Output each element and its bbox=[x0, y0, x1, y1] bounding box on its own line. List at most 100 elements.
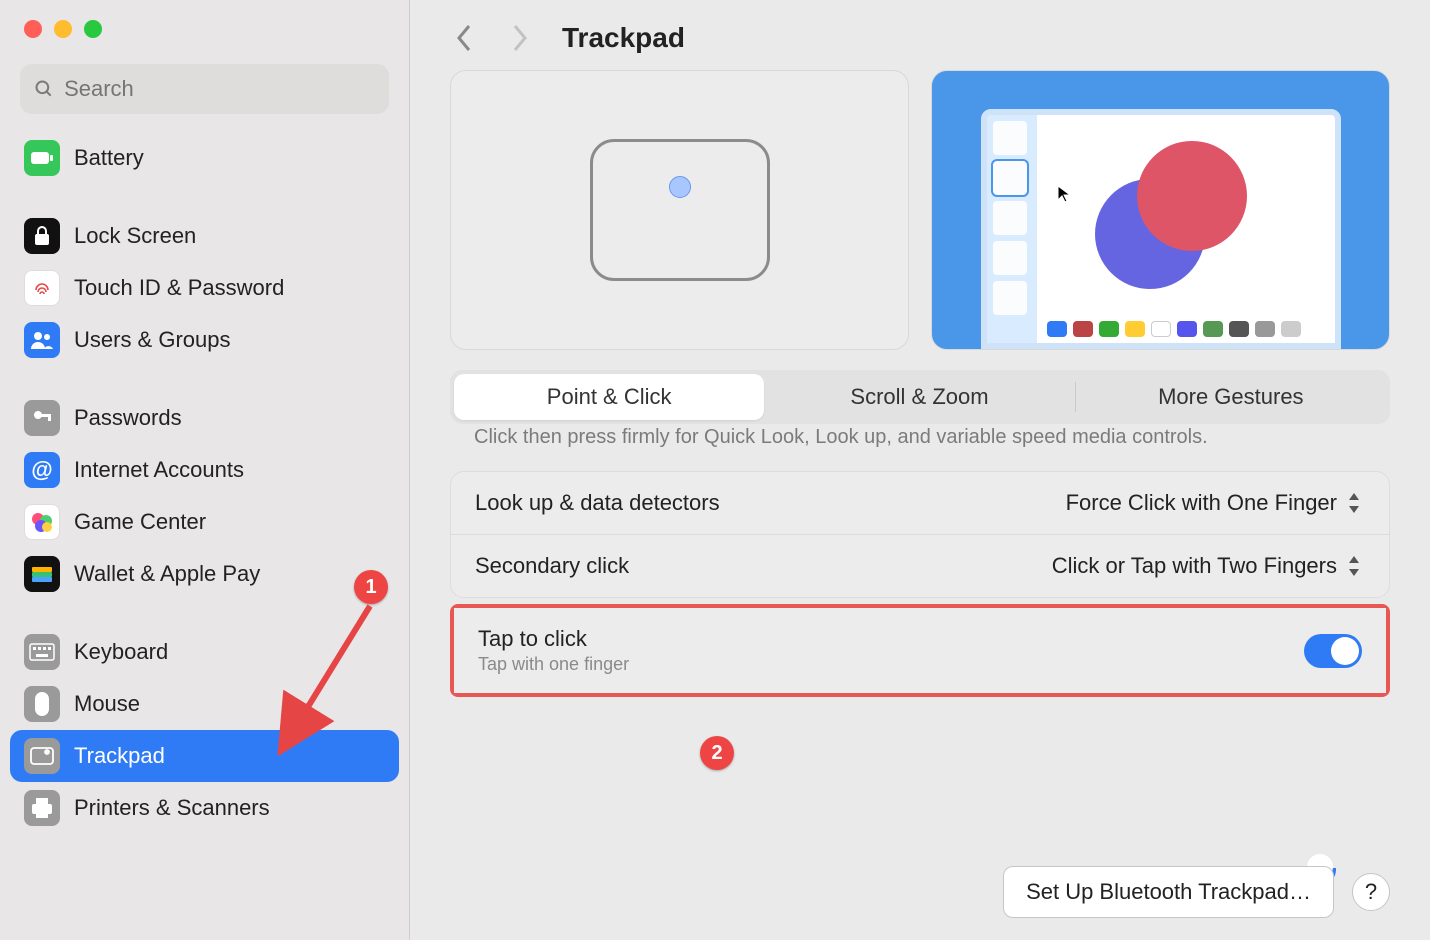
swatch-icon bbox=[1255, 321, 1275, 337]
sidebar-item-label: Battery bbox=[74, 145, 144, 171]
sidebar-item-keyboard[interactable]: Keyboard bbox=[10, 626, 399, 678]
lookup-label: Look up & data detectors bbox=[475, 490, 720, 516]
sidebar-item-label: Passwords bbox=[74, 405, 182, 431]
zoom-window-icon[interactable] bbox=[84, 20, 102, 38]
swatch-icon bbox=[1281, 321, 1301, 337]
trackpad-glyph-icon bbox=[590, 139, 770, 281]
tap-to-click-toggle[interactable] bbox=[1304, 634, 1362, 668]
main-content: Trackpad bbox=[410, 0, 1430, 940]
sidebar-list: Battery Lock Screen Touch ID & Password bbox=[0, 126, 409, 860]
help-button[interactable]: ? bbox=[1352, 873, 1390, 911]
thumbnail bbox=[993, 281, 1027, 315]
sidebar-item-battery[interactable]: Battery bbox=[10, 132, 399, 184]
sidebar: Battery Lock Screen Touch ID & Password bbox=[0, 0, 410, 940]
mouse-icon bbox=[24, 686, 60, 722]
tab-bar: Point & Click Scroll & Zoom More Gesture… bbox=[450, 370, 1390, 424]
swatch-icon bbox=[1073, 321, 1093, 337]
row-lookup: Look up & data detectors Force Click wit… bbox=[451, 472, 1389, 534]
search-field[interactable] bbox=[20, 64, 389, 114]
keyboard-icon bbox=[24, 634, 60, 670]
tap-sublabel: Tap with one finger bbox=[478, 654, 629, 675]
tab-more-gestures[interactable]: More Gestures bbox=[1076, 374, 1386, 420]
updown-icon bbox=[1347, 491, 1365, 515]
at-icon: @ bbox=[24, 452, 60, 488]
thumbnail bbox=[993, 201, 1027, 235]
chevron-right-icon bbox=[511, 24, 529, 52]
search-input[interactable] bbox=[64, 76, 375, 102]
row-tap-to-click: Tap to click Tap with one finger bbox=[454, 608, 1386, 693]
secondary-select[interactable]: Click or Tap with Two Fingers bbox=[1052, 553, 1365, 579]
sidebar-item-users-groups[interactable]: Users & Groups bbox=[10, 314, 399, 366]
sidebar-item-label: Keyboard bbox=[74, 639, 168, 665]
secondary-value: Click or Tap with Two Fingers bbox=[1052, 553, 1337, 579]
tab-point-click[interactable]: Point & Click bbox=[454, 374, 764, 420]
search-icon bbox=[34, 78, 54, 100]
key-icon bbox=[24, 400, 60, 436]
sidebar-item-wallet[interactable]: Wallet & Apple Pay bbox=[10, 548, 399, 600]
wallet-icon bbox=[24, 556, 60, 592]
sidebar-item-trackpad[interactable]: Trackpad bbox=[10, 730, 399, 782]
red-circle-icon bbox=[1137, 141, 1247, 251]
users-icon bbox=[24, 322, 60, 358]
updown-icon bbox=[1347, 554, 1365, 578]
minimize-window-icon[interactable] bbox=[54, 20, 72, 38]
cursor-icon bbox=[1057, 185, 1071, 203]
video-thumbnails bbox=[987, 115, 1037, 343]
gesture-video-preview bbox=[931, 70, 1390, 350]
page-title: Trackpad bbox=[562, 22, 685, 54]
color-swatches bbox=[1047, 321, 1315, 337]
settings-panel: Click then press firmly for Quick Look, … bbox=[450, 424, 1390, 697]
back-button[interactable] bbox=[450, 24, 478, 52]
thumbnail bbox=[993, 241, 1027, 275]
annotation-callout-1: 1 bbox=[354, 570, 388, 604]
tab-scroll-zoom[interactable]: Scroll & Zoom bbox=[764, 374, 1074, 420]
swatch-icon bbox=[1125, 321, 1145, 337]
swatch-icon bbox=[1151, 321, 1171, 337]
sidebar-item-label: Printers & Scanners bbox=[74, 795, 270, 821]
finger-dot-icon bbox=[669, 176, 691, 198]
thumbnail bbox=[993, 121, 1027, 155]
sidebar-item-label: Trackpad bbox=[74, 743, 165, 769]
sidebar-item-mouse[interactable]: Mouse bbox=[10, 678, 399, 730]
setup-bluetooth-button[interactable]: Set Up Bluetooth Trackpad… bbox=[1003, 866, 1334, 918]
sidebar-item-touch-id[interactable]: Touch ID & Password bbox=[10, 262, 399, 314]
swatch-icon bbox=[1229, 321, 1249, 337]
annotation-callout-2: 2 bbox=[700, 736, 734, 770]
swatch-icon bbox=[1047, 321, 1067, 337]
sidebar-item-label: Game Center bbox=[74, 509, 206, 535]
sidebar-item-lock-screen[interactable]: Lock Screen bbox=[10, 210, 399, 262]
sidebar-item-passwords[interactable]: Passwords bbox=[10, 392, 399, 444]
sidebar-item-label: Lock Screen bbox=[74, 223, 196, 249]
sidebar-item-label: Mouse bbox=[74, 691, 140, 717]
tap-label: Tap to click bbox=[478, 626, 629, 652]
close-window-icon[interactable] bbox=[24, 20, 42, 38]
thumbnail-selected bbox=[993, 161, 1027, 195]
battery-icon bbox=[24, 140, 60, 176]
sidebar-item-printers[interactable]: Printers & Scanners bbox=[10, 782, 399, 834]
title-bar: Trackpad bbox=[450, 22, 1390, 54]
sidebar-item-internet-accounts[interactable]: @ Internet Accounts bbox=[10, 444, 399, 496]
sidebar-item-label: Wallet & Apple Pay bbox=[74, 561, 260, 587]
swatch-icon bbox=[1203, 321, 1223, 337]
trackpad-icon bbox=[24, 738, 60, 774]
lookup-value: Force Click with One Finger bbox=[1066, 490, 1337, 516]
forward-button[interactable] bbox=[506, 24, 534, 52]
sidebar-item-label: Users & Groups bbox=[74, 327, 231, 353]
swatch-icon bbox=[1099, 321, 1119, 337]
window-controls bbox=[0, 0, 409, 58]
settings-group: Look up & data detectors Force Click wit… bbox=[450, 471, 1390, 598]
preview-row bbox=[450, 70, 1390, 350]
row-secondary-click: Secondary click Click or Tap with Two Fi… bbox=[451, 534, 1389, 597]
window: Battery Lock Screen Touch ID & Password bbox=[0, 0, 1430, 940]
video-canvas bbox=[1037, 115, 1335, 343]
chevron-left-icon bbox=[455, 24, 473, 52]
fingerprint-icon bbox=[24, 270, 60, 306]
game-center-icon bbox=[24, 504, 60, 540]
lookup-select[interactable]: Force Click with One Finger bbox=[1066, 490, 1365, 516]
sidebar-item-game-center[interactable]: Game Center bbox=[10, 496, 399, 548]
toggle-knob-icon bbox=[1331, 637, 1359, 665]
force-click-description: Click then press firmly for Quick Look, … bbox=[450, 424, 1390, 465]
trackpad-preview bbox=[450, 70, 909, 350]
secondary-label: Secondary click bbox=[475, 553, 629, 579]
printer-icon bbox=[24, 790, 60, 826]
